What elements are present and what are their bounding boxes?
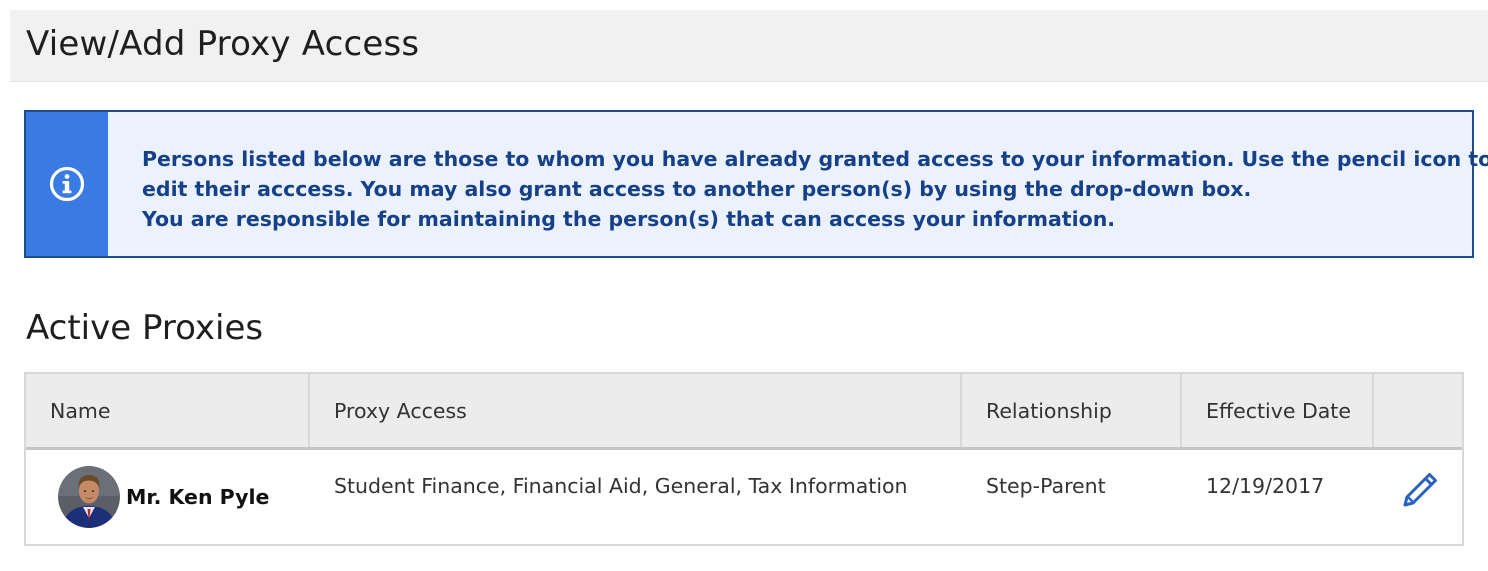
column-header-proxy-access: Proxy Access xyxy=(310,374,962,447)
column-header-relationship: Relationship xyxy=(962,374,1182,447)
info-stripe xyxy=(26,112,108,256)
column-header-name: Name xyxy=(26,374,310,447)
info-line: Persons listed below are those to whom y… xyxy=(142,147,1488,171)
proxy-access-cell: Student Finance, Financial Aid, General,… xyxy=(334,474,908,498)
proxy-name-cell: Mr. Ken Pyle xyxy=(26,450,310,544)
page-header: View/Add Proxy Access xyxy=(10,10,1488,82)
proxy-name: Mr. Ken Pyle xyxy=(126,485,270,509)
pencil-icon[interactable] xyxy=(1400,470,1440,510)
info-line: edit their acccess. You may also grant a… xyxy=(142,177,1252,201)
info-line: You are responsible for maintaining the … xyxy=(142,207,1116,231)
column-header-actions xyxy=(1374,374,1462,447)
table-row: Mr. Ken Pyle Student Finance, Financial … xyxy=(26,450,1462,544)
table-header-row: Name Proxy Access Relationship Effective… xyxy=(26,374,1462,450)
info-icon xyxy=(49,166,85,202)
page-title: View/Add Proxy Access xyxy=(26,24,420,64)
edit-cell xyxy=(1374,450,1462,544)
relationship-cell: Step-Parent xyxy=(986,474,1106,498)
active-proxies-table: Name Proxy Access Relationship Effective… xyxy=(24,372,1464,546)
section-title: Active Proxies xyxy=(26,308,264,348)
info-text: Persons listed below are those to whom y… xyxy=(108,112,1488,256)
column-header-effective-date: Effective Date xyxy=(1182,374,1374,447)
info-message: Persons listed below are those to whom y… xyxy=(24,110,1488,258)
effective-date-cell: 12/19/2017 xyxy=(1206,474,1325,498)
avatar xyxy=(58,466,120,528)
